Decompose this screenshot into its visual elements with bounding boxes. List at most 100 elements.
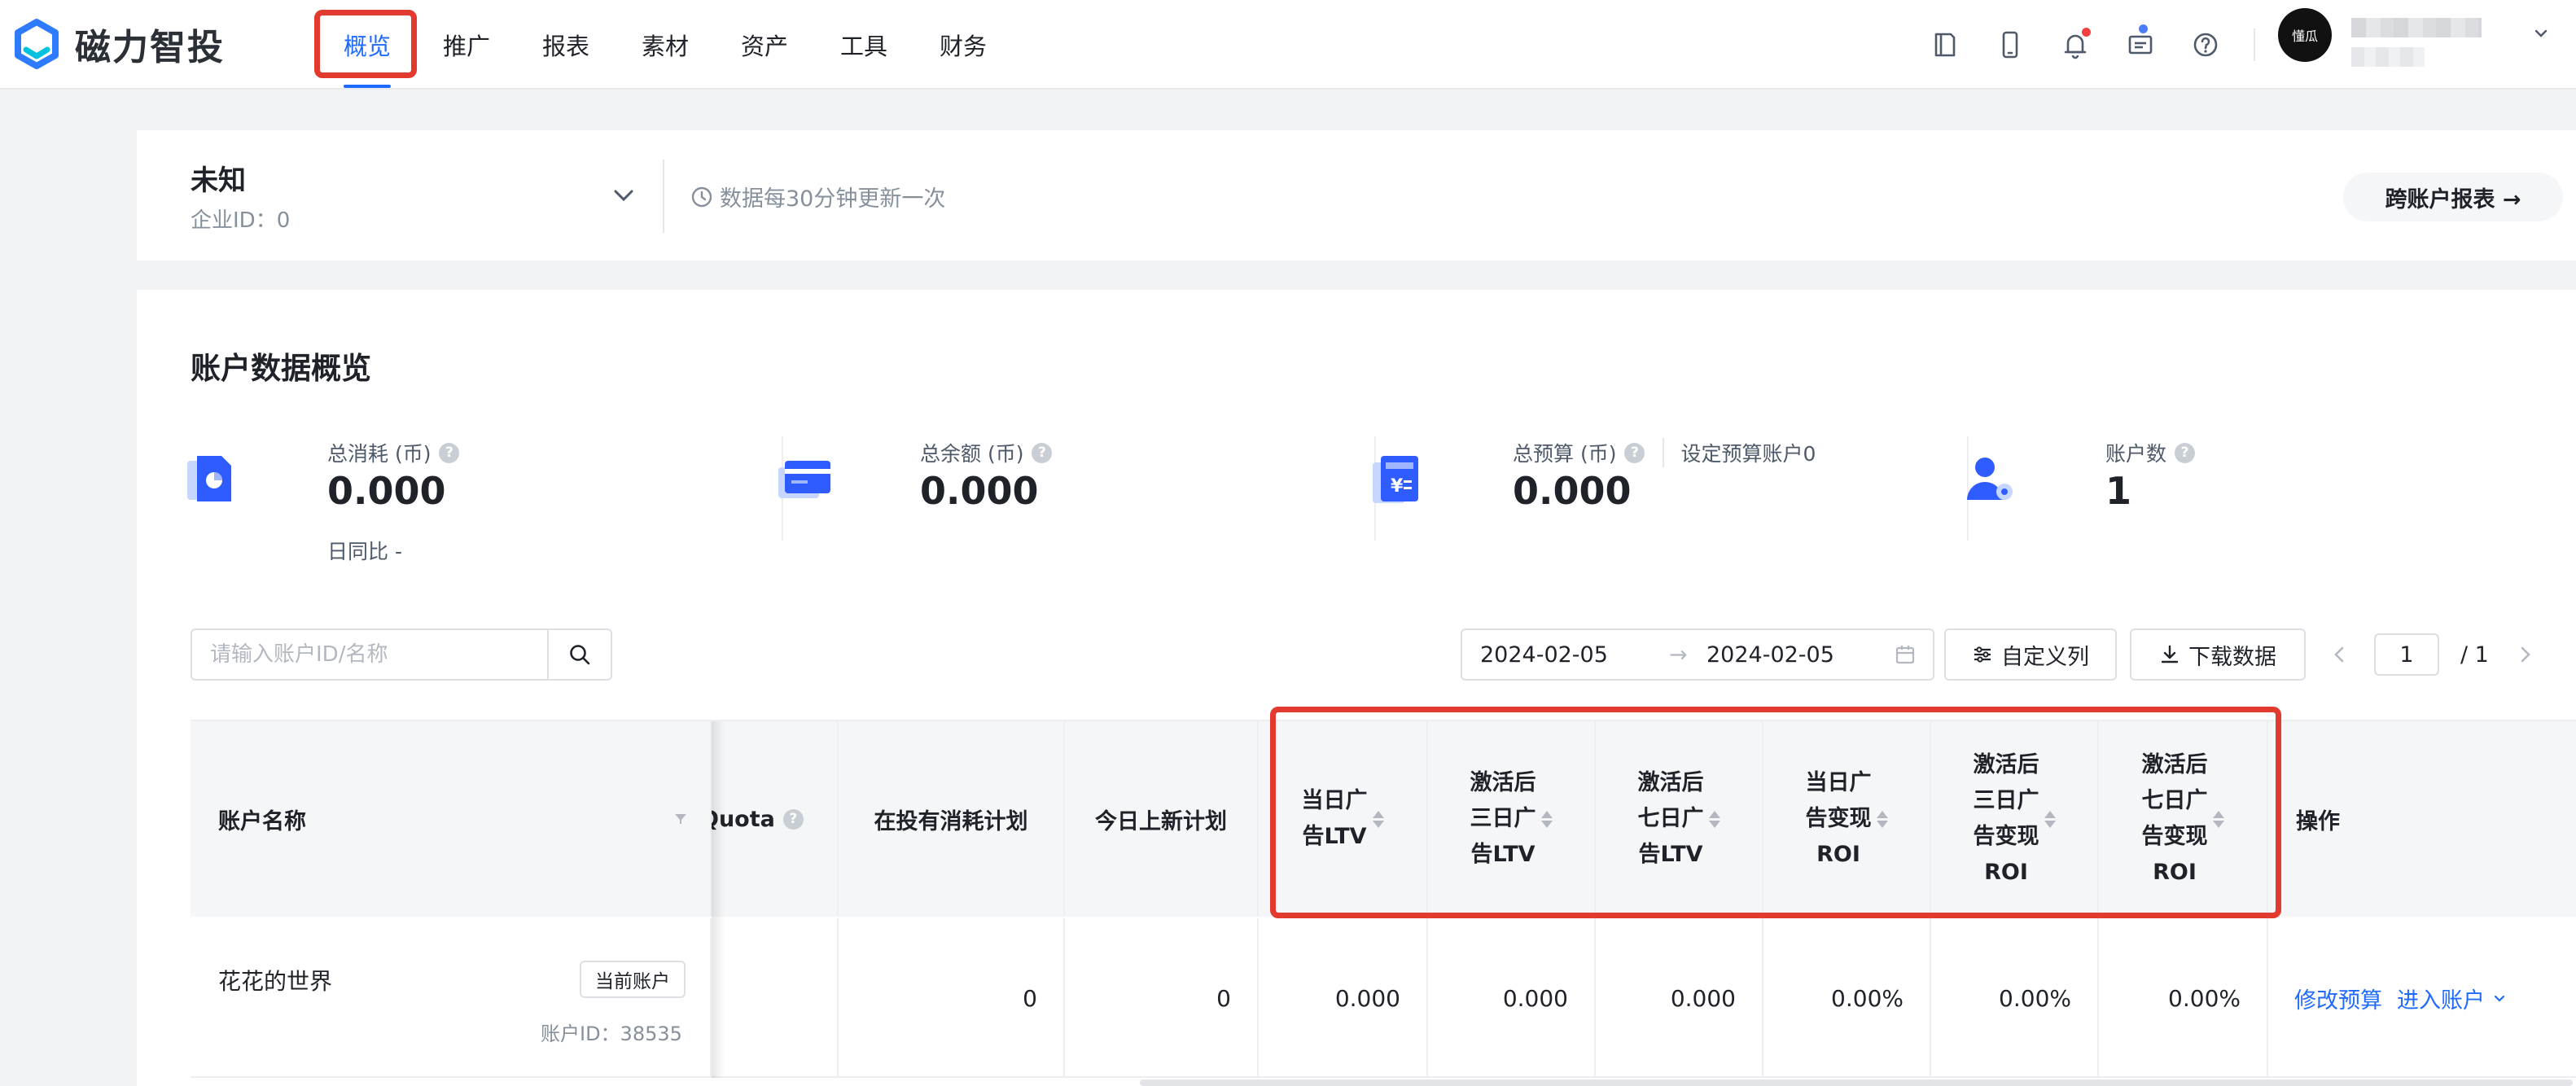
- search-input[interactable]: [192, 630, 547, 679]
- cell-day-ltv: 0.000: [1259, 918, 1428, 1078]
- metric-label: 账户数?: [2105, 438, 2196, 467]
- cell-quota: [712, 918, 839, 1078]
- tablet-icon[interactable]: [1921, 21, 1969, 68]
- bell-icon[interactable]: [2052, 21, 2099, 68]
- enter-account-link[interactable]: 进入账户: [2397, 983, 2485, 1014]
- column-header-day-roi[interactable]: 当日广 告变现 ROI: [1763, 721, 1931, 917]
- nav-item-materials[interactable]: 素材: [616, 0, 715, 90]
- brand-logo[interactable]: 磁力智投: [10, 15, 225, 73]
- user-settings-icon: [1967, 458, 2013, 500]
- nav-item-finance[interactable]: 财务: [913, 0, 1013, 90]
- filter-icon[interactable]: [672, 811, 689, 827]
- avatar[interactable]: 懂瓜: [2278, 8, 2332, 62]
- column-header-label: 当日广 告LTV: [1301, 788, 1368, 849]
- column-header-d7-ltv[interactable]: 激活后 七日广 告LTV: [1596, 721, 1763, 917]
- cell-operation: 修改预算 进入账户: [2268, 918, 2576, 1078]
- spend-report-icon: [187, 456, 231, 501]
- column-header-d3-roi[interactable]: 激活后 三日广 告变现 ROI: [1931, 721, 2099, 917]
- column-header-active-plans: 在投有消耗计划: [839, 721, 1065, 917]
- divider: [663, 160, 664, 233]
- column-header-d7-roi[interactable]: 激活后 七日广 告变现 ROI: [2099, 721, 2268, 917]
- nav-item-tools[interactable]: 工具: [814, 0, 913, 90]
- sort-icon[interactable]: [1540, 810, 1553, 828]
- help-icon[interactable]: [2182, 21, 2229, 68]
- question-icon[interactable]: ?: [782, 808, 804, 830]
- download-data-button[interactable]: 下载数据: [2130, 628, 2306, 681]
- top-navigation-bar: 磁力智投 概览 推广 报表 素材 资产 工具 财务 懂瓜: [0, 0, 2576, 90]
- enterprise-id: 企业ID：0: [191, 208, 291, 233]
- phone-icon[interactable]: [1987, 21, 2034, 68]
- column-header-operation: 操作: [2268, 721, 2576, 917]
- date-range-picker[interactable]: 2024-02-05 → 2024-02-05: [1461, 628, 1934, 681]
- nav-item-promotion[interactable]: 推广: [417, 0, 516, 90]
- calendar-icon: [1895, 646, 1915, 664]
- page-total: / 1: [2460, 642, 2489, 668]
- question-icon[interactable]: ?: [1624, 442, 1645, 463]
- cell-d3-ltv: 0.000: [1428, 918, 1596, 1078]
- sort-icon[interactable]: [1372, 810, 1384, 828]
- update-note: 数据每30分钟更新一次: [690, 181, 945, 212]
- question-icon[interactable]: ?: [1032, 442, 1053, 463]
- message-dot: [2139, 24, 2148, 33]
- metric-value: 0.000: [327, 469, 446, 513]
- column-header-label: 激活后 三日广 告LTV: [1470, 770, 1536, 867]
- cell-d3-roi: 0.00%: [1931, 918, 2099, 1078]
- date-end[interactable]: 2024-02-05: [1706, 642, 1894, 668]
- horizontal-scrollbar[interactable]: [1140, 1079, 2573, 1086]
- date-start[interactable]: 2024-02-05: [1480, 642, 1669, 668]
- brand-logo-icon: [15, 19, 59, 69]
- sort-icon[interactable]: [1708, 810, 1720, 828]
- account-overview-card: 账户数据概览 总消耗 (币)? 0.000 日同比 - 总余额 (币)? 0.0…: [137, 290, 2576, 1086]
- column-header-new-plans: 今日上新计划: [1065, 721, 1259, 917]
- nav-item-overview[interactable]: 概览: [318, 0, 417, 90]
- column-header-label: 当日广 告变现 ROI: [1805, 770, 1872, 867]
- nav-item-reports[interactable]: 报表: [516, 0, 616, 90]
- chevron-down-icon[interactable]: [609, 181, 638, 210]
- custom-columns-button[interactable]: 自定义列: [1944, 628, 2117, 681]
- section-title: 账户数据概览: [191, 351, 371, 386]
- brand-name: 磁力智投: [75, 27, 225, 68]
- chevron-left-icon[interactable]: [2327, 642, 2351, 667]
- update-note-text: 数据每30分钟更新一次: [720, 186, 946, 212]
- sort-icon[interactable]: [1876, 810, 1888, 828]
- edit-budget-link[interactable]: 修改预算: [2294, 983, 2382, 1014]
- sort-icon[interactable]: [2212, 810, 2224, 828]
- chevron-down-icon[interactable]: [2491, 990, 2508, 1006]
- question-icon[interactable]: ?: [439, 442, 460, 463]
- frozen-column-shadow: [712, 721, 725, 1078]
- column-header-account-name: 账户名称: [191, 721, 712, 917]
- chevron-down-icon[interactable]: [2532, 24, 2550, 42]
- notification-dot: [2082, 28, 2091, 37]
- metric-value: 0.000: [920, 469, 1039, 513]
- message-icon[interactable]: [2117, 21, 2164, 68]
- column-header-day-ltv[interactable]: 当日广 告LTV: [1259, 721, 1428, 917]
- account-name-cell[interactable]: 花花的世界: [218, 964, 332, 996]
- metric-label: 总余额 (币)?: [920, 438, 1053, 467]
- metric-account-count: 账户数? 1: [1915, 436, 2485, 575]
- column-header-d3-ltv[interactable]: 激活后 三日广 告LTV: [1428, 721, 1596, 917]
- svg-text:¥: ¥: [1391, 476, 1404, 497]
- wallet-card-icon: [778, 461, 830, 498]
- metric-label: 总消耗 (币)?: [327, 438, 460, 467]
- cell-day-roi: 0.00%: [1763, 918, 1931, 1078]
- nav-item-assets[interactable]: 资产: [715, 0, 814, 90]
- chevron-right-icon[interactable]: [2513, 642, 2538, 667]
- date-arrow: →: [1669, 642, 1688, 668]
- search-button[interactable]: [547, 630, 611, 679]
- account-name[interactable]: 未知: [191, 158, 246, 198]
- cell-active-plans: 0: [839, 918, 1065, 1078]
- column-header-label: 今日上新计划: [1095, 808, 1227, 834]
- header-icon-group: [1921, 21, 2267, 68]
- cell-d7-roi: 0.00%: [2099, 918, 2268, 1078]
- column-header-label: 操作: [2296, 808, 2340, 834]
- metric-total-budget: ¥ 总预算 (币)? 设定预算账户0 0.000: [1322, 436, 1892, 575]
- budget-yuan-icon: ¥: [1373, 456, 1418, 503]
- clock-icon: [691, 186, 712, 207]
- sort-icon[interactable]: [2044, 810, 2056, 828]
- table-row: 花花的世界 当前账户 账户ID：38535 0 0 0.000 0.000 0.…: [191, 918, 2576, 1078]
- cross-account-report-button[interactable]: 跨账户报表 →: [2343, 173, 2563, 221]
- question-icon[interactable]: ?: [2175, 442, 2196, 463]
- page-number-input[interactable]: [2374, 633, 2439, 676]
- column-header-label: 在投有消耗计划: [874, 808, 1028, 834]
- column-header-quota: Quota?: [712, 721, 839, 917]
